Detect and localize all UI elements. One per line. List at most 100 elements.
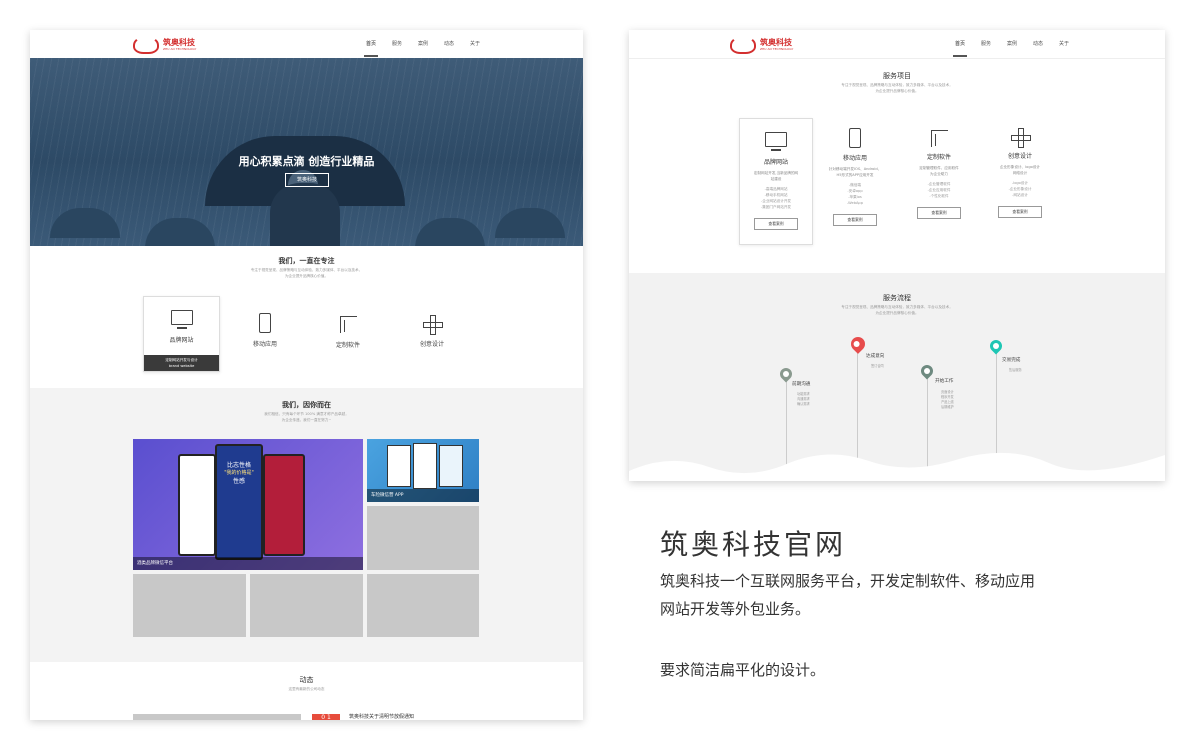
service-name: 定制软件 [926, 154, 951, 161]
service-foot-en: brand website [168, 364, 195, 368]
nav-item-about[interactable]: 关于 [1051, 40, 1077, 47]
case-tile-car-insurance[interactable]: 车险微信营 APP [367, 439, 479, 502]
phone-text: "我的价格是" [224, 470, 254, 476]
service-list: -高端品牌网站 -移动手机网站 -企业网站设计开发 -集团门户网站开发 [760, 187, 792, 209]
phone-mockup-image: 比志性格 "我的价格是" 性感 [215, 444, 263, 560]
process-title: 服务流程 [883, 294, 911, 302]
news-headline[interactable]: 筑奥科技关于清明节放假通知 [349, 713, 414, 720]
service-card-creative-design[interactable]: 创意设计 企业形象设计、logo设计 网络设计 -logo设计 -企业形象设计 -网… [985, 128, 1055, 218]
monitor-icon [170, 310, 193, 329]
top-nav: 筑奥科技 ZHU AO TECHNOLOGY 首页 服务 案例 动态 关于 [629, 30, 1165, 59]
news-sub: 这里有最新的公司动态 [288, 687, 325, 691]
logo-sub: ZHU AO TECHNOLOGY [163, 47, 197, 51]
case-tile-placeholder[interactable] [367, 506, 479, 570]
nav-item-about[interactable]: 关于 [462, 40, 488, 47]
service-label: 移动应用 [252, 341, 277, 348]
service-name: 品牌网站 [763, 159, 788, 166]
case-caption: 酒类品牌微信平台 [133, 557, 363, 570]
mountain-wave-decoration [629, 452, 1165, 481]
service-list: -logo设计 -企业形象设计 -网站设计 [1008, 181, 1032, 197]
top-nav: 筑奥科技 ZHU AO TECHNOLOGY 首页 服务 案例 动态 关于 [30, 30, 583, 59]
about-sub-2: 为企业提升品牌核心价值。 [284, 274, 329, 278]
app-screen-image [413, 443, 437, 489]
nav-menu: 首页 服务 案例 动态 关于 [947, 40, 1077, 57]
nav-item-home[interactable]: 首页 [947, 40, 973, 57]
logo-name: 筑奥科技 [163, 38, 195, 47]
service-desc: 定制网站开发,当新品牌的网 站建设 [753, 171, 799, 181]
nav-item-news[interactable]: 动态 [1025, 40, 1051, 47]
logo-sub: ZHU AO TECHNOLOGY [760, 47, 794, 51]
nav-item-cases[interactable]: 案例 [410, 40, 436, 47]
ruler-icon [339, 316, 357, 333]
process-step-details: 售后服务 [1009, 368, 1022, 372]
hero-title: 用心积累点滴 创造行业精品 [238, 155, 375, 168]
process-step-title: 交易完成 [1002, 358, 1021, 363]
process-step-title: 开始工作 [935, 379, 954, 384]
phone-icon [849, 128, 861, 148]
project-desc-line-1: 筑奥科技一个互联网服务平台，开发定制软件、移动应用 [660, 572, 1036, 590]
case-tile-placeholder[interactable] [250, 574, 363, 637]
service-desc: 针对移动端开发IOS、Android、 H5形式的APP应用开发 [828, 167, 882, 177]
phone-icon [259, 313, 271, 333]
app-screen-image [387, 445, 411, 487]
logo[interactable]: 筑奥科技 ZHU AO TECHNOLOGY [730, 36, 793, 54]
process-section: 服务流程 专注于视觉呈现、品牌策略与互动体验，致力多媒体、平台以及技术， 为企业… [629, 273, 1165, 481]
case-caption: 车险微信营 APP [367, 489, 479, 502]
service-desc: 企业形象设计、logo设计 网络设计 [999, 165, 1041, 175]
nav-item-services[interactable]: 服务 [973, 40, 999, 47]
service-card-footer: 定制网站开发与设计 brand website [144, 355, 219, 371]
case-tile-placeholder[interactable] [133, 574, 246, 637]
map-pin-icon [848, 334, 868, 354]
project-desc-line-2: 网站开发等外包业务。 [660, 600, 811, 618]
view-cases-button[interactable]: 查看案例 [754, 218, 798, 230]
pencil-ruler-icon [1011, 128, 1031, 148]
service-list: -微信端 -安卓app -苹果ios -WebApp [846, 183, 863, 205]
process-sub-2: 为企业提升品牌核心价值。 [875, 311, 919, 315]
nav-item-news[interactable]: 动态 [436, 40, 462, 47]
nav-menu: 首页 服务 案例 动态 关于 [358, 40, 488, 57]
hero-banner: 用心积累点滴 创造行业精品 筑奥科技 [30, 58, 583, 246]
service-label: 创意设计 [419, 341, 444, 348]
process-step-details: 签订合同 [871, 364, 884, 368]
service-card-brand-website[interactable]: 品牌网站 定制网站开发与设计 brand website [143, 296, 220, 372]
phone-text: 比志性格 [226, 462, 251, 469]
logo[interactable]: 筑奥科技 ZHU AO TECHNOLOGY [133, 36, 196, 54]
phone-text: 性感 [232, 478, 245, 485]
news-title: 动态 [299, 676, 314, 684]
about-title: 我们，一直在专注 [278, 257, 335, 265]
service-card-mobile-app[interactable]: 移动应用 针对移动端开发IOS、Android、 H5形式的APP应用开发 -微信… [820, 128, 890, 226]
service-label: 品牌网站 [169, 337, 194, 344]
cases-sub-2: 为企业传递，我们一直在努力~ [281, 418, 332, 422]
news-image[interactable] [133, 714, 301, 720]
process-step-details: 页面设计 程序开发 产品上线 后期维护 [941, 390, 954, 409]
phone-mockup-image [263, 454, 305, 556]
news-date: 0 1 [312, 714, 340, 720]
nav-item-services[interactable]: 服务 [384, 40, 410, 47]
person-body-image [270, 183, 340, 246]
service-custom-software[interactable]: 定制软件 [318, 316, 378, 349]
logo-icon [133, 36, 159, 54]
view-cases-button[interactable]: 查看案例 [998, 206, 1042, 218]
service-label: 定制软件 [335, 342, 360, 349]
service-card-custom-software[interactable]: 定制软件 定制管理软件，应用软件 为企业助力 -企业管理软件 -企业应用软件 -个性… [904, 130, 974, 219]
hero-button[interactable]: 筑奥科技 [285, 173, 329, 187]
logo-icon [730, 36, 756, 54]
app-screen-image [439, 445, 463, 487]
nav-item-home[interactable]: 首页 [358, 40, 384, 57]
case-tile-placeholder[interactable] [367, 574, 479, 637]
logo-name: 筑奥科技 [760, 38, 792, 47]
service-name: 移动应用 [842, 155, 867, 162]
case-tile-wine[interactable]: 比志性格 "我的价格是" 性感 酒类品牌微信平台 [133, 439, 363, 570]
phone-mockup-image [178, 454, 216, 556]
service-creative-design[interactable]: 创意设计 [402, 315, 462, 348]
service-list: -企业管理软件 -企业应用软件 -个性化软件 [927, 182, 951, 198]
service-mobile-app[interactable]: 移动应用 [235, 313, 295, 348]
view-cases-button[interactable]: 查看案例 [917, 207, 961, 219]
monitor-icon [765, 132, 787, 151]
homepage-mockup: 筑奥科技 ZHU AO TECHNOLOGY 首页 服务 案例 动态 关于 用心… [30, 30, 583, 720]
service-card-brand-website[interactable]: 品牌网站 定制网站开发,当新品牌的网 站建设 -高端品牌网站 -移动手机网站 -企业… [739, 118, 813, 245]
cases-title: 我们，因你而在 [282, 401, 331, 409]
nav-item-cases[interactable]: 案例 [999, 40, 1025, 47]
view-cases-button[interactable]: 查看案例 [833, 214, 877, 226]
process-step-details: 功能需求 沟通需求 确认需求 [797, 392, 810, 406]
